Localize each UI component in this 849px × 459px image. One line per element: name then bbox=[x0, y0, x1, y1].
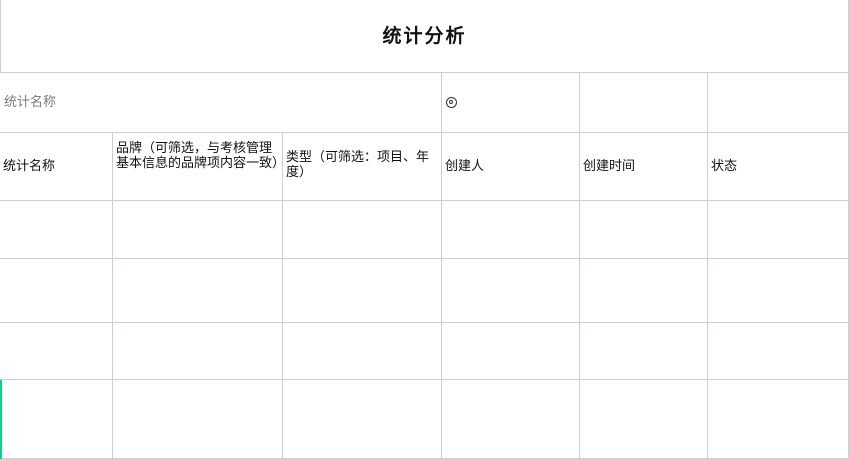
header-brand[interactable]: 品牌（可筛选，与考核管理基本信息的品牌项内容一致） bbox=[113, 133, 283, 201]
table-cell[interactable] bbox=[283, 323, 442, 380]
header-stat-name[interactable]: 统计名称 bbox=[0, 133, 113, 201]
empty-cell[interactable] bbox=[708, 73, 849, 133]
table-cell[interactable] bbox=[580, 323, 708, 380]
header-created-time[interactable]: 创建时间 bbox=[580, 133, 708, 201]
table-cell[interactable] bbox=[113, 380, 283, 459]
table-cell[interactable] bbox=[442, 323, 580, 380]
table-cell[interactable] bbox=[113, 259, 283, 323]
search-name-cell[interactable]: 统计名称 bbox=[0, 73, 442, 133]
table-cell[interactable] bbox=[580, 201, 708, 259]
header-label: 状态 bbox=[711, 159, 738, 174]
search-name-label: 统计名称 bbox=[4, 95, 57, 110]
header-label: 创建人 bbox=[445, 159, 485, 174]
table-cell[interactable] bbox=[283, 380, 442, 459]
table-cell[interactable] bbox=[283, 259, 442, 323]
table-cell[interactable] bbox=[708, 259, 849, 323]
table-cell[interactable] bbox=[708, 201, 849, 259]
table-cell[interactable] bbox=[708, 323, 849, 380]
table-cell[interactable] bbox=[442, 380, 580, 459]
empty-cell[interactable] bbox=[580, 73, 708, 133]
table-cell[interactable] bbox=[442, 201, 580, 259]
table-cell[interactable] bbox=[580, 259, 708, 323]
header-label: 类型（可筛选：项目、年度） bbox=[286, 150, 430, 180]
selection-accent-bar bbox=[0, 380, 2, 459]
header-label: 创建时间 bbox=[583, 159, 636, 174]
header-creator[interactable]: 创建人 bbox=[442, 133, 580, 201]
table-cell[interactable] bbox=[113, 201, 283, 259]
table-cell[interactable] bbox=[0, 259, 113, 323]
radio-cell[interactable] bbox=[442, 73, 580, 133]
radio-icon[interactable] bbox=[446, 97, 457, 108]
header-status[interactable]: 状态 bbox=[708, 133, 849, 201]
table-cell[interactable] bbox=[113, 323, 283, 380]
table-cell[interactable] bbox=[0, 323, 113, 380]
header-label: 统计名称 bbox=[3, 159, 56, 174]
header-label: 品牌（可筛选，与考核管理基本信息的品牌项内容一致） bbox=[116, 141, 283, 171]
spreadsheet: 统计分析 统计名称 统计名称 品牌（可筛选，与考核管理基本信息的品牌项内容一致）… bbox=[0, 0, 849, 459]
table-cell[interactable] bbox=[442, 259, 580, 323]
table-cell[interactable] bbox=[580, 380, 708, 459]
table-cell[interactable] bbox=[0, 201, 113, 259]
table-cell[interactable] bbox=[0, 380, 113, 459]
table-cell[interactable] bbox=[708, 380, 849, 459]
title-cell: 统计分析 bbox=[0, 0, 849, 73]
header-type[interactable]: 类型（可筛选：项目、年度） bbox=[283, 133, 442, 201]
table-cell[interactable] bbox=[283, 201, 442, 259]
page-title: 统计分析 bbox=[382, 24, 467, 47]
